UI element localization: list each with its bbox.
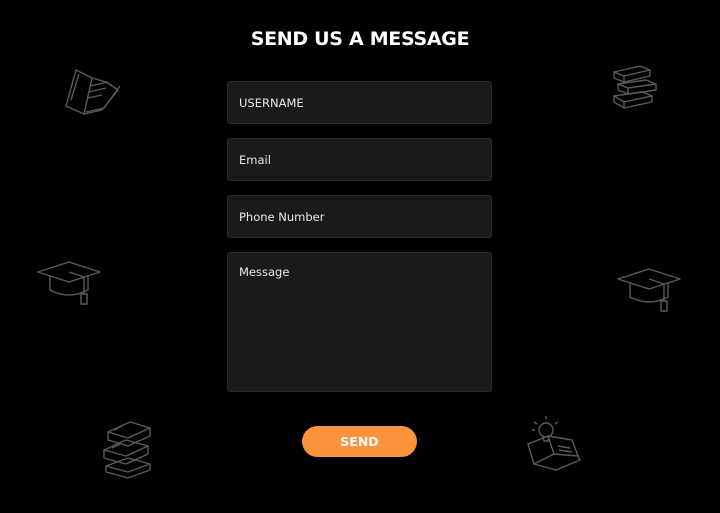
username-input[interactable] <box>227 81 492 124</box>
stacked-books-icon <box>100 418 156 480</box>
graduation-cap-icon <box>36 258 102 308</box>
stacked-books-icon <box>610 62 660 112</box>
message-textarea[interactable] <box>227 252 492 392</box>
lightbulb-book-icon <box>524 414 584 476</box>
graduation-cap-icon <box>616 265 682 315</box>
open-book-icon <box>62 64 124 118</box>
page-title: SEND US A MESSAGE <box>250 28 470 50</box>
email-input[interactable] <box>227 138 492 181</box>
phone-number-input[interactable] <box>227 195 492 238</box>
send-button[interactable]: SEND <box>302 426 417 457</box>
